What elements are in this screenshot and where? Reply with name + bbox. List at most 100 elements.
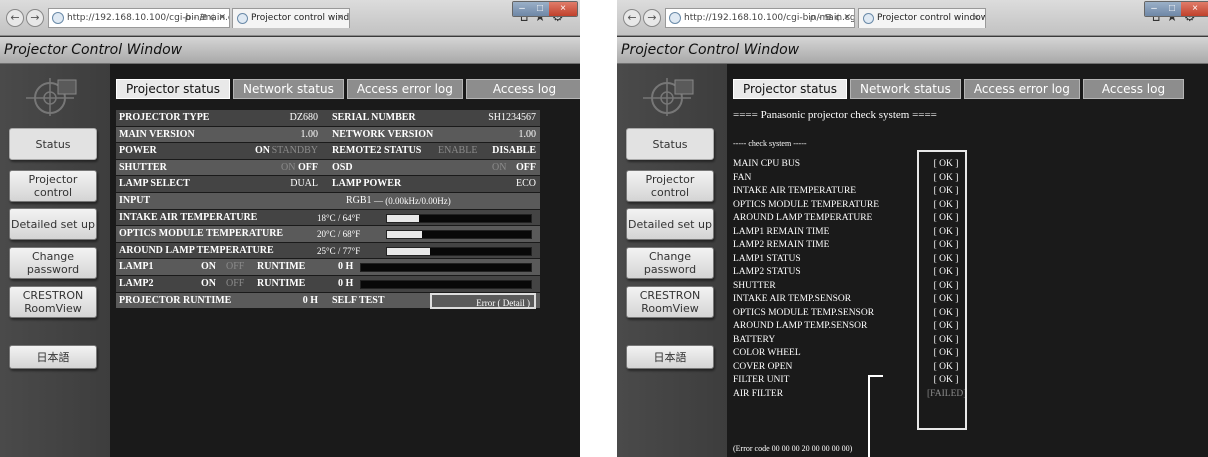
serial-number-label: SERIAL NUMBER [332, 112, 416, 123]
window-controls: – □ × [1144, 1, 1208, 17]
sidebar-item-projector-control[interactable]: Projector control [626, 170, 714, 202]
address-actions[interactable]: ρ - ≣ ¢ ✕ [185, 9, 226, 27]
sidebar-item-projector-control[interactable]: Projector control [9, 170, 97, 202]
sidebar-item-status[interactable]: Status [626, 128, 714, 160]
check-item-name: LAMP1 STATUS [733, 253, 801, 264]
main-panel: Projector status Network status Access e… [110, 64, 580, 457]
check-system-panel: ==== Panasonic projector check system ==… [727, 64, 1208, 457]
lamp1-on: ON [201, 261, 216, 273]
sidebar-item-status[interactable]: Status [9, 128, 97, 160]
close-button[interactable]: × [549, 2, 577, 16]
forward-button[interactable]: → [26, 9, 44, 27]
address-actions[interactable]: ρ - ≣ ¢ ✕ [810, 9, 851, 27]
check-item-name: COVER OPEN [733, 361, 793, 372]
sidebar-item-detailed-set-up[interactable]: Detailed set up [626, 208, 714, 240]
power-label: POWER [119, 145, 157, 157]
network-version-value: 1.00 [518, 128, 537, 140]
table-row: OPTICS MODULE TEMPERATURE 20°C / 68°F [116, 226, 540, 243]
around-lamp-temp-bar [386, 246, 532, 256]
status-highlight-frame [917, 150, 967, 430]
sidebar-item-change-password[interactable]: Change password [626, 247, 714, 279]
minimize-button[interactable]: – [1145, 2, 1163, 16]
tab-title: Projector control window [251, 13, 350, 23]
lamp1-label: LAMP1 [119, 261, 154, 273]
self-test-error-link[interactable]: Error ( Detail ) [430, 292, 536, 309]
panasonic-logo-icon [643, 78, 694, 116]
input-value: RGB1 [346, 194, 372, 206]
tab-close-icon[interactable]: × [972, 9, 980, 28]
back-button[interactable]: ← [623, 9, 641, 27]
check-item-name: COLOR WHEEL [733, 348, 801, 358]
self-test-label: SELF TEST [332, 294, 385, 306]
error-code: (Error code 00 00 00 20 00 00 00 00) [733, 444, 853, 453]
projector-runtime-value: 0 H [302, 294, 318, 306]
table-row: INPUT RGB1 — (0.00kHz/0.00Hz) [116, 192, 540, 210]
address-bar[interactable]: http://192.168.10.100/cgi-bin/main.cgi?p… [665, 8, 855, 28]
maximize-button[interactable]: □ [531, 2, 549, 16]
check-item-name: AIR FILTER [733, 388, 784, 399]
panasonic-logo-icon [26, 78, 77, 116]
tab-title: Projector control window [877, 13, 986, 23]
sidebar-item-japanese[interactable]: 日本語 [9, 345, 97, 369]
lamp1-runtime-label: RUNTIME [257, 261, 306, 273]
projector-runtime-label: PROJECTOR RUNTIME [119, 294, 232, 306]
table-row: PROJECTOR TYPE DZ680 SERIAL NUMBER SH123… [116, 110, 540, 127]
table-row: SHUTTER ON OFF OSD ON OFF [116, 159, 540, 177]
browser-toolbar: ← → http://192.168.10.100/cgi-bin/main.c… [0, 0, 580, 36]
forward-button[interactable]: → [643, 9, 661, 27]
maximize-button[interactable]: □ [1163, 2, 1181, 16]
table-row: INTAKE AIR TEMPERATURE 18°C / 64°F [116, 209, 540, 227]
sidebar: Status Projector control Detailed set up… [0, 64, 110, 457]
around-lamp-temp-label: AROUND LAMP TEMPERATURE [119, 244, 274, 256]
table-row: MAIN VERSION 1.00 NETWORK VERSION 1.00 [116, 126, 540, 144]
osd-on: ON [492, 161, 507, 173]
tab-close-icon[interactable]: × [336, 9, 344, 28]
sidebar-item-detailed-set-up[interactable]: Detailed set up [9, 208, 97, 240]
check-item-name: MAIN CPU BUS [733, 159, 801, 169]
lamp-power-value: ECO [516, 178, 536, 190]
shutter-off: OFF [298, 161, 318, 173]
around-lamp-temp-value: 25°C / 77°F [317, 245, 361, 256]
sidebar-item-japanese[interactable]: 日本語 [626, 345, 714, 369]
browser-window-status: ← → http://192.168.10.100/cgi-bin/main.c… [0, 0, 580, 457]
lamp2-on: ON [201, 277, 216, 289]
optics-temp-label: OPTICS MODULE TEMPERATURE [119, 228, 284, 240]
back-button[interactable]: ← [6, 9, 24, 27]
tab-projector-status[interactable]: Projector status [116, 79, 231, 99]
input-label: INPUT [119, 194, 151, 206]
sidebar-item-change-password[interactable]: Change password [9, 247, 97, 279]
remote2-enable: ENABLE [438, 145, 478, 157]
browser-tab[interactable]: Projector control window × [232, 8, 350, 28]
minimize-button[interactable]: – [513, 2, 531, 16]
optics-temp-value: 20°C / 68°F [317, 229, 361, 240]
check-item-name: FAN [733, 172, 752, 183]
sidebar-item-crestron-roomview[interactable]: CRESTRON RoomView [626, 286, 714, 318]
address-bar[interactable]: http://192.168.10.100/cgi-bin/main.cgi?p… [48, 8, 230, 28]
check-item-name: INTAKE AIR TEMPERATURE [733, 186, 857, 196]
close-button[interactable]: × [1181, 2, 1208, 16]
check-item-name: LAMP1 REMAIN TIME [733, 226, 830, 237]
osd-off: OFF [516, 161, 536, 173]
table-row: POWER ON STANDBY REMOTE2 STATUS ENABLE D… [116, 143, 540, 160]
tab-access-log[interactable]: Access log [465, 79, 580, 99]
check-item-name: SHUTTER [733, 280, 776, 291]
table-row: PROJECTOR RUNTIME 0 H SELF TEST Error ( … [116, 292, 540, 310]
remote2-status-label: REMOTE2 STATUS [332, 145, 422, 157]
lamp2-label: LAMP2 [119, 277, 154, 289]
sidebar-item-crestron-roomview[interactable]: CRESTRON RoomView [9, 286, 97, 318]
intake-temp-label: INTAKE AIR TEMPERATURE [119, 211, 258, 223]
ie-icon [237, 13, 248, 24]
globe-icon [52, 12, 64, 24]
tab-access-error-log[interactable]: Access error log [346, 79, 463, 99]
remote2-disable: DISABLE [492, 145, 536, 157]
main-version-value: 1.00 [300, 128, 319, 140]
tab-network-status[interactable]: Network status [233, 79, 344, 99]
lamp2-runtime-bar [360, 279, 532, 289]
image-divider [580, 0, 617, 457]
network-version-label: NETWORK VERSION [332, 128, 434, 140]
tab-bar: Projector status Network status Access e… [116, 79, 580, 99]
browser-tab[interactable]: Projector control window × [858, 8, 986, 28]
lamp2-runtime-label: RUNTIME [257, 277, 306, 289]
optics-temp-bar [386, 230, 532, 240]
lamp2-off: OFF [226, 277, 245, 289]
